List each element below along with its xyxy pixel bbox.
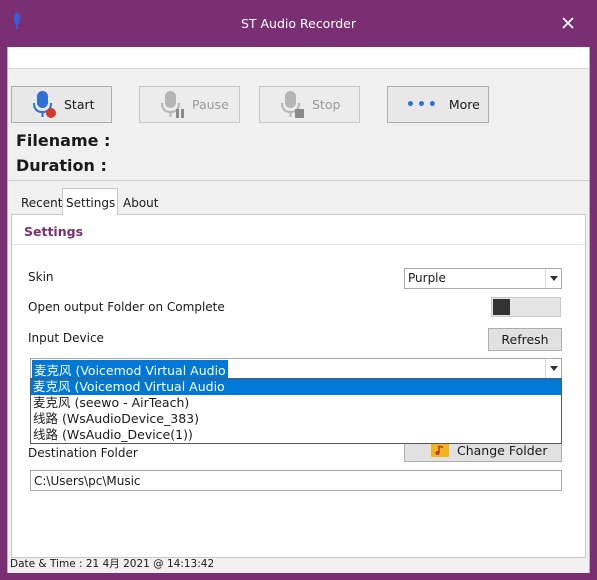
duration-label: Duration :: [16, 156, 107, 175]
panel-header: Settings: [12, 215, 585, 245]
microphone-record-icon: [33, 90, 56, 118]
stop-label: Stop: [312, 97, 341, 112]
input-device-select[interactable]: 麦克风 (Voicemod Virtual Audio: [30, 358, 562, 379]
input-device-value: 麦克风 (Voicemod Virtual Audio: [32, 360, 228, 379]
main-area: Start Pause Stop ••• More Filename: Dur…: [7, 47, 590, 573]
pause-button[interactable]: Pause: [139, 86, 240, 123]
input-device-label: Input Device: [28, 331, 104, 345]
close-icon: [562, 17, 574, 29]
change-folder-label: Change Folder: [457, 442, 548, 458]
microphone-pause-icon: [161, 90, 184, 118]
dropdown-option[interactable]: 麦克风 (seewo - AirTeach): [31, 395, 561, 411]
stop-button[interactable]: Stop: [259, 86, 360, 123]
pause-label: Pause: [192, 97, 229, 112]
dropdown-option[interactable]: 麦克风 (Voicemod Virtual Audio: [31, 379, 561, 395]
window-title: ST Audio Recorder: [240, 16, 357, 31]
dropdown-option[interactable]: 线路 (WsAudioDevice_383): [31, 411, 561, 427]
skin-select[interactable]: Purple: [404, 268, 562, 289]
destination-folder-input[interactable]: C:\Users\pc\Music: [30, 470, 562, 491]
divider: [8, 180, 589, 181]
ellipsis-icon: •••: [406, 96, 439, 113]
status-bar: Date & Time : 21 4月 2021 @ 14:13:42: [10, 558, 215, 570]
skin-value: Purple: [408, 271, 446, 285]
open-output-toggle[interactable]: [491, 297, 561, 317]
title-bar[interactable]: ST Audio Recorder: [0, 0, 597, 47]
input-device-dropdown: 麦克风 (Voicemod Virtual Audio 麦克风 (seewo -…: [30, 378, 562, 444]
top-strip: [8, 47, 589, 69]
settings-panel: Settings Skin Purple Open output Folder …: [11, 214, 586, 558]
close-button[interactable]: [546, 5, 590, 41]
start-button[interactable]: Start: [11, 86, 112, 123]
skin-label: Skin: [28, 270, 54, 284]
microphone-stop-icon: [281, 90, 304, 118]
open-output-label: Open output Folder on Complete: [28, 300, 225, 314]
start-label: Start: [64, 97, 95, 112]
music-folder-icon: [431, 443, 449, 457]
tab-settings[interactable]: Settings: [62, 188, 118, 215]
chevron-down-icon: [545, 359, 561, 378]
refresh-button[interactable]: Refresh: [488, 328, 562, 351]
chevron-down-icon: [545, 269, 561, 288]
tab-recent[interactable]: Recent: [18, 193, 62, 214]
destination-folder-label: Destination Folder: [28, 446, 138, 460]
panel-title: Settings: [24, 224, 84, 239]
more-button[interactable]: ••• More: [387, 86, 489, 123]
toggle-knob: [493, 299, 510, 315]
app-window: ST Audio Recorder Start Pause Stop ••• M…: [0, 0, 597, 580]
dropdown-option[interactable]: 线路 (WsAudio_Device(1)): [31, 427, 561, 443]
more-label: More: [448, 97, 480, 112]
tab-about[interactable]: About: [120, 193, 162, 214]
filename-label: Filename :: [16, 131, 111, 150]
